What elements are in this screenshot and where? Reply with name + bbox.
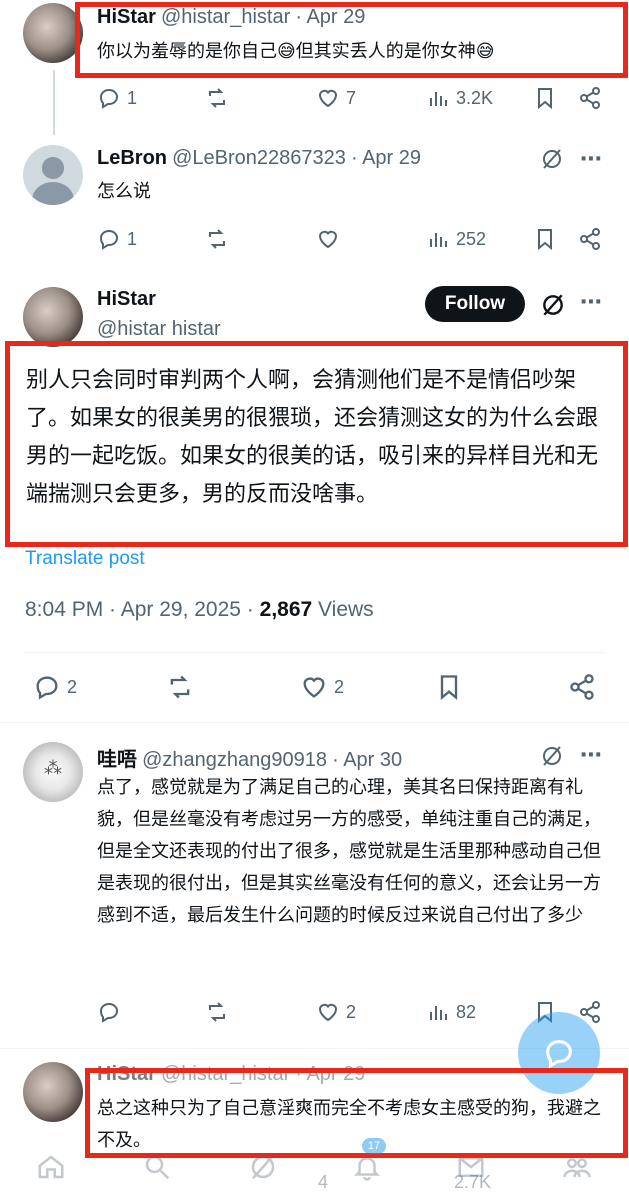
like-count: 2 <box>346 1001 357 1022</box>
avatar[interactable] <box>23 145 83 205</box>
grok-nav-icon[interactable] <box>248 1152 278 1182</box>
retweet-icon <box>209 229 225 249</box>
heart-icon <box>303 677 325 698</box>
tweet-date[interactable]: · Apr 29 <box>351 147 421 169</box>
divider <box>0 722 629 723</box>
grok-icon[interactable] <box>540 744 564 768</box>
reply-count: 1 <box>127 87 138 108</box>
bookmark-icon <box>538 229 552 251</box>
share-icon <box>580 228 600 250</box>
author-name[interactable]: LeBron <box>97 147 167 169</box>
compose-reply-icon <box>546 1040 572 1069</box>
like-button[interactable]: 2 <box>300 673 344 701</box>
tweet-date[interactable]: · Apr 30 <box>332 749 402 771</box>
grok-icon[interactable] <box>540 292 566 318</box>
views-label: Views <box>312 598 374 621</box>
bookmark-icon <box>440 675 458 700</box>
more-icon[interactable]: ⋯ <box>580 290 602 315</box>
timestamp[interactable]: 8:04 PM · Apr 29, 2025 · <box>25 598 260 621</box>
tweet-header: 哇唔 @zhangzhang90918 · Apr 30 <box>97 743 402 772</box>
tweet-meta: 8:04 PM · Apr 29, 2025 · 2,867 Views <box>25 598 374 622</box>
tweet-text: 点了，感觉就是为了满足自己的心理，美其名曰保持距离有礼貌，但是丝毫没有考虑过另一… <box>97 777 601 926</box>
like-button[interactable] <box>316 227 340 251</box>
like-count: 2 <box>334 676 345 697</box>
notifications-icon[interactable] <box>352 1152 382 1182</box>
author-handle[interactable]: @zhangzhang90918 <box>142 749 327 771</box>
reply-icon <box>99 88 119 109</box>
reply-button[interactable]: 2 <box>33 673 77 701</box>
share-button[interactable] <box>578 227 602 251</box>
views-icon <box>430 1006 447 1020</box>
retweet-icon <box>170 675 190 699</box>
reply-count: 1 <box>127 228 138 249</box>
translate-link[interactable]: Translate post <box>25 548 145 570</box>
views-count: 3.2K <box>456 87 494 108</box>
avatar[interactable]: ⁂ <box>23 742 83 802</box>
retweet-icon <box>209 88 225 108</box>
views-count: 252 <box>456 228 487 249</box>
views-button[interactable]: 252 <box>426 227 486 251</box>
heart-icon <box>318 230 338 249</box>
views-button[interactable]: 3.2K <box>426 86 493 110</box>
author-handle[interactable]: @histar histar <box>97 318 221 341</box>
follow-button[interactable]: Follow <box>425 286 525 322</box>
retweet-button[interactable] <box>205 1000 229 1024</box>
avatar[interactable] <box>23 1062 83 1122</box>
author-handle[interactable]: @LeBron22867323 <box>172 147 346 169</box>
author-name[interactable]: 哇唔 <box>97 749 137 771</box>
heart-icon <box>318 1003 338 1022</box>
author-name[interactable]: HiStar <box>97 288 156 311</box>
reply-count: 2 <box>67 676 78 697</box>
retweet-icon <box>209 1002 225 1022</box>
reply-icon <box>99 229 119 250</box>
share-button[interactable] <box>568 673 596 701</box>
like-count: 7 <box>346 87 357 108</box>
notification-badge: 17 <box>362 1138 386 1154</box>
tweet-header: LeBron @LeBron22867323 · Apr 29 <box>97 147 421 170</box>
tweet-text: 怎么说 <box>97 181 151 202</box>
views-count: 2,867 <box>259 598 313 621</box>
reply-button[interactable] <box>97 1000 121 1024</box>
views-button[interactable]: 2.7K <box>454 1172 491 1193</box>
retweet-button[interactable] <box>205 86 229 110</box>
views-count: 82 <box>456 1001 477 1022</box>
thread-connector <box>53 70 55 135</box>
bookmark-button[interactable] <box>533 227 557 251</box>
avatar[interactable] <box>23 287 83 347</box>
reply-icon <box>99 1002 119 1023</box>
reply-button[interactable]: 1 <box>97 227 137 251</box>
avatar[interactable] <box>23 3 83 63</box>
search-icon[interactable] <box>142 1152 172 1182</box>
like-count: 4 <box>318 1172 329 1192</box>
share-icon <box>580 87 600 109</box>
share-button[interactable] <box>578 86 602 110</box>
share-icon <box>570 674 594 700</box>
like-button[interactable]: 7 <box>316 86 356 110</box>
like-button[interactable]: 4 <box>318 1172 328 1193</box>
divider <box>25 652 605 653</box>
reply-button[interactable]: 1 <box>97 86 137 110</box>
communities-icon[interactable] <box>562 1152 592 1182</box>
highlight-box <box>5 341 628 547</box>
grok-icon[interactable] <box>540 147 564 171</box>
more-icon[interactable]: ⋯ <box>580 743 602 768</box>
heart-icon <box>318 89 338 108</box>
views-icon <box>430 233 447 247</box>
views-count: 2.7K <box>454 1172 492 1192</box>
highlight-box <box>75 2 628 78</box>
bookmark-icon <box>538 88 552 110</box>
views-button[interactable]: 82 <box>426 1000 476 1024</box>
retweet-button[interactable] <box>166 673 194 701</box>
retweet-button[interactable] <box>205 227 229 251</box>
views-icon <box>430 92 447 106</box>
bookmark-button[interactable] <box>533 86 557 110</box>
like-button[interactable]: 2 <box>316 1000 356 1024</box>
more-icon[interactable]: ⋯ <box>580 147 602 172</box>
bottom-navigation <box>0 1140 629 1200</box>
reply-icon <box>36 676 58 700</box>
home-icon[interactable] <box>36 1152 66 1182</box>
bookmark-button[interactable] <box>435 673 463 701</box>
